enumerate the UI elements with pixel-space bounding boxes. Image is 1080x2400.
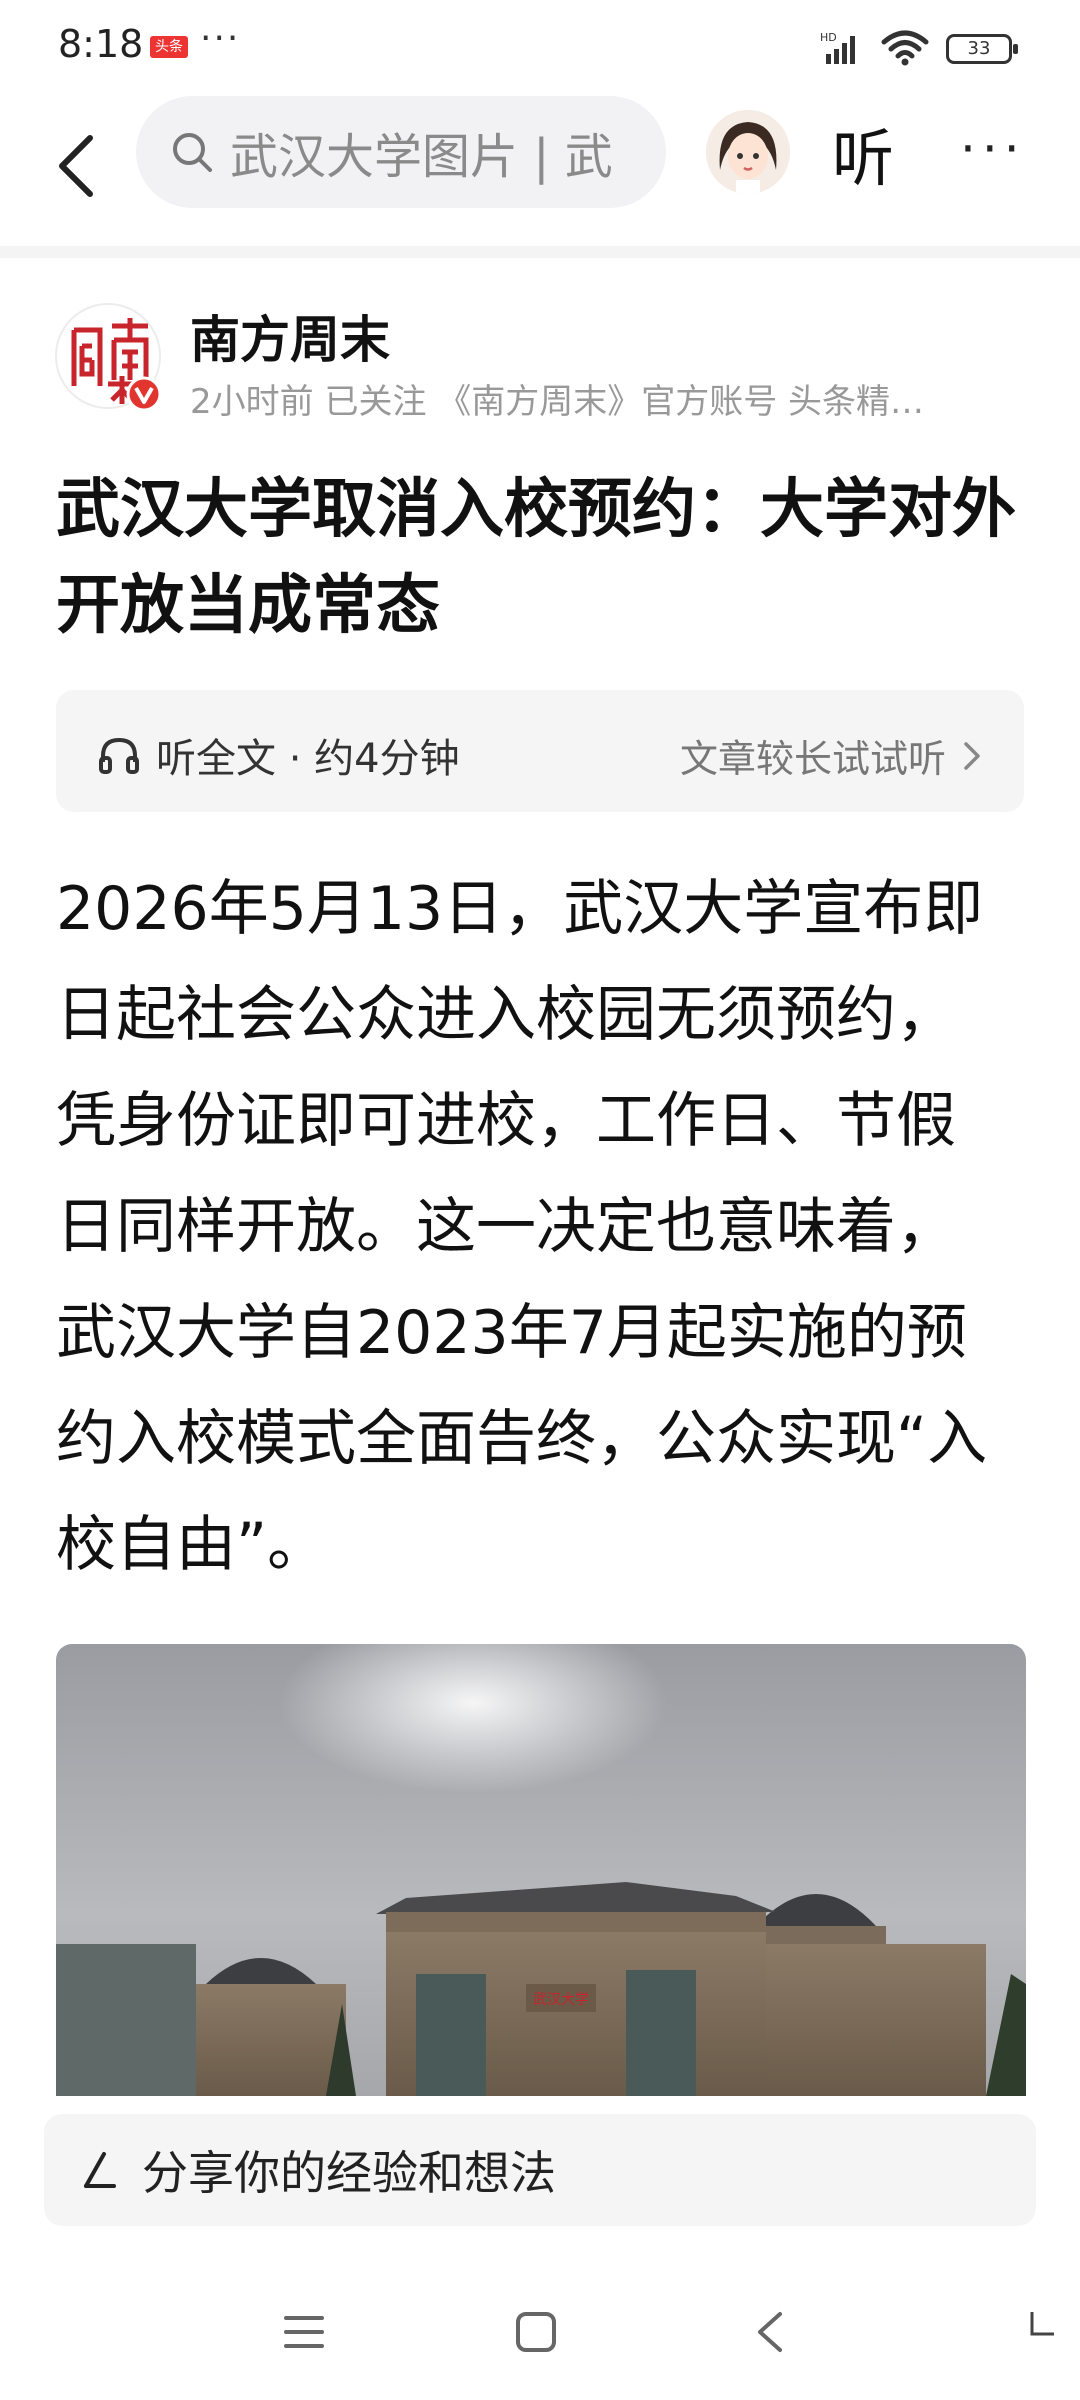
search-placeholder: 武汉大学图片 | 武 <box>230 129 613 185</box>
chevron-right-icon <box>964 741 980 770</box>
app-notification-badge: 头条 <box>150 36 188 58</box>
battery-level: 33 <box>967 38 991 59</box>
article-title: 武汉大学取消入校预约：大学对外开放当成常态 <box>56 473 1016 643</box>
status-bar: 8:18 头条 ··· HD 33 <box>0 0 1080 96</box>
listen-suggestion-label: 文章较长试试听 <box>679 737 946 781</box>
chevron-left-icon <box>59 135 93 197</box>
listen-duration-label: 听全文 · 约4分钟 <box>156 736 460 782</box>
status-more-dots: ··· <box>200 18 241 59</box>
search-icon <box>173 133 212 172</box>
search-input[interactable]: 武汉大学图片 | 武 <box>136 96 666 208</box>
author-logo[interactable] <box>52 300 172 420</box>
back-nav-icon[interactable] <box>752 2310 788 2354</box>
more-options-button[interactable]: ··· <box>960 120 1026 178</box>
article-paragraph: 2026年5月13日，武汉大学宣布即日起社会公众进入校园无须预约，凭身份证即可进… <box>56 874 988 1580</box>
campus-building-photo: 武汉大学 <box>56 1644 1026 2096</box>
divider <box>0 246 1080 258</box>
comment-placeholder: 分享你的经验和想法 <box>142 2146 556 2200</box>
author-logo-seal <box>55 303 162 412</box>
home-icon[interactable] <box>514 2310 558 2354</box>
menu-icon[interactable] <box>282 2310 326 2354</box>
listen-button[interactable]: 听 <box>832 108 894 198</box>
author-name[interactable]: 南方周末 <box>190 300 390 372</box>
battery-icon: 33 <box>946 34 1018 64</box>
system-nav-bar <box>0 2270 1080 2400</box>
headphones-icon <box>99 737 139 774</box>
screenshot-corner-icon <box>1030 2312 1054 2336</box>
author-meta: 2小时前 已关注 《南方周末》官方账号 头条精… <box>190 382 925 422</box>
status-time: 8:18 <box>58 22 144 66</box>
wifi-icon <box>881 30 929 66</box>
comment-input[interactable]: 分享你的经验和想法 <box>44 2114 1036 2226</box>
listen-full-text-bar[interactable]: 听全文 · 约4分钟 文章较长试试听 <box>56 690 1024 812</box>
pen-icon <box>84 2152 116 2188</box>
user-avatar[interactable] <box>706 110 790 194</box>
article-image[interactable]: 武汉大学 <box>56 1644 1026 2096</box>
top-nav-bar: 武汉大学图片 | 武 听 ··· <box>0 96 1080 246</box>
network-label: HD <box>820 31 837 44</box>
back-button[interactable] <box>40 116 110 216</box>
signal-icon: HD <box>820 31 855 64</box>
building-sign: 武汉大学 <box>533 1992 589 2008</box>
avatar-illustration <box>706 110 790 194</box>
